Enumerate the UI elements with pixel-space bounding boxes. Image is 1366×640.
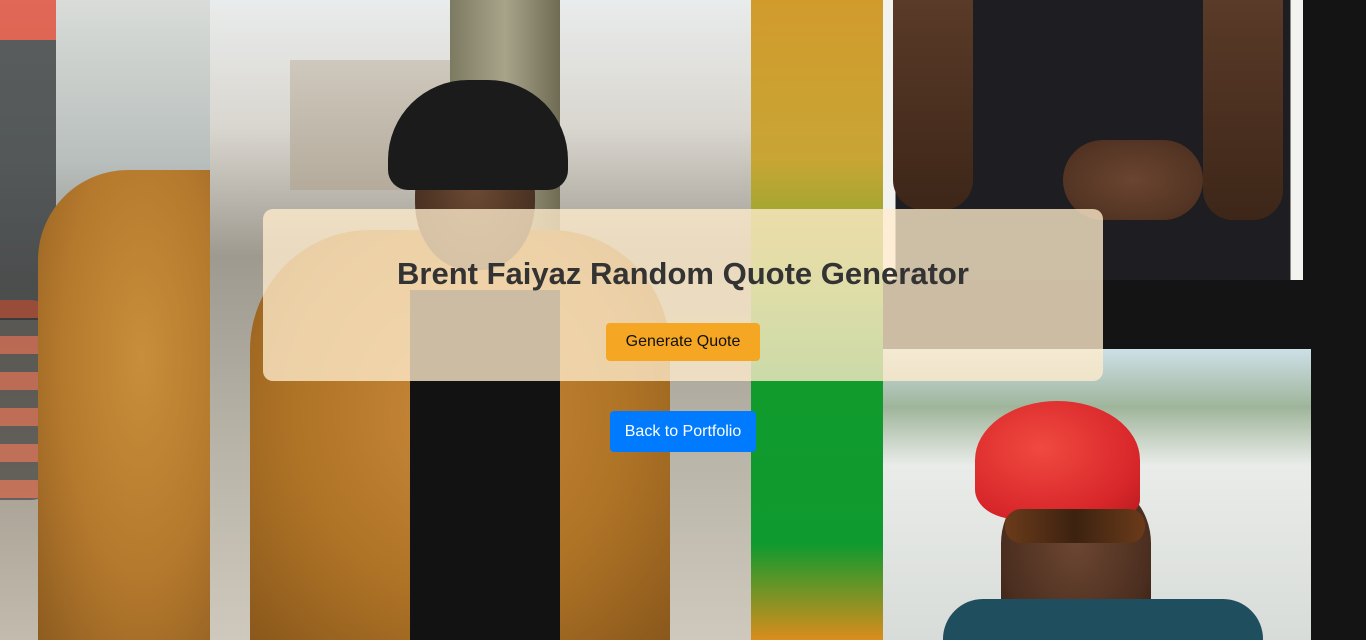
background-photo-bottom-right	[883, 349, 1311, 640]
sunglasses-graphic	[1005, 509, 1145, 543]
generate-quote-button[interactable]: Generate Quote	[606, 323, 760, 361]
background-photo-left	[0, 0, 210, 640]
page: Brent Faiyaz Random Quote Generator Gene…	[0, 0, 1366, 640]
quote-card: Brent Faiyaz Random Quote Generator Gene…	[263, 209, 1103, 381]
back-to-portfolio-button[interactable]: Back to Portfolio	[610, 411, 756, 452]
arm-graphic	[1203, 0, 1283, 220]
page-title: Brent Faiyaz Random Quote Generator	[397, 256, 969, 291]
coat-graphic	[38, 170, 210, 640]
hands-graphic	[1063, 140, 1203, 220]
red-cap-graphic	[975, 401, 1140, 519]
arm-graphic	[893, 0, 973, 210]
jacket-graphic	[943, 599, 1263, 640]
